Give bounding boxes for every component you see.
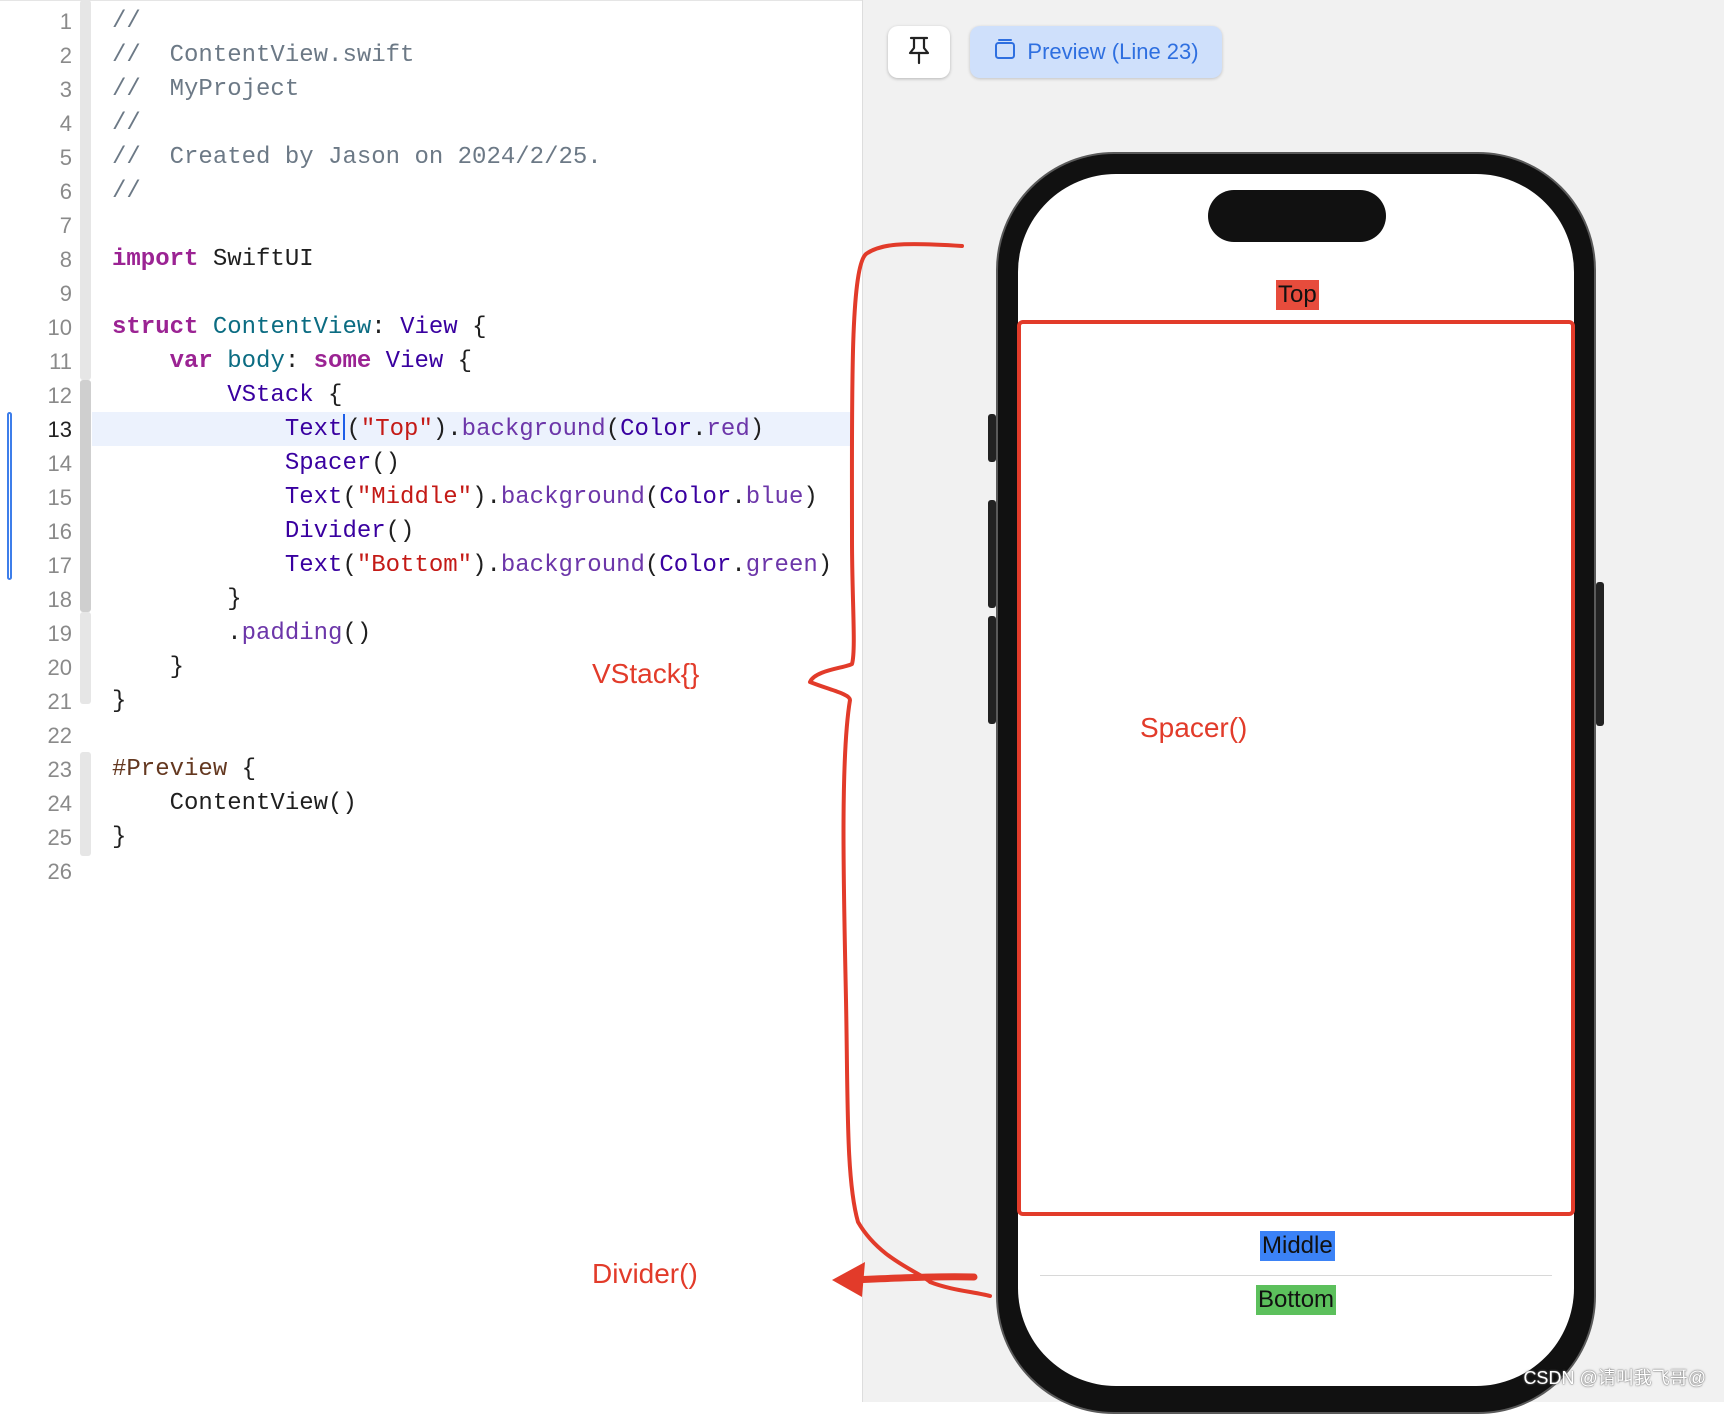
annotation-drawing (808, 242, 992, 1298)
vstack-annotation: VStack{} (592, 658, 700, 689)
spacer-annotation: Spacer() (1140, 712, 1248, 743)
divider-annotation: Divider() (592, 1258, 698, 1289)
divider-arrow-head (832, 1262, 865, 1297)
vstack-brace (808, 242, 992, 1298)
watermark: CSDN @请叫我飞哥@ (1523, 1368, 1706, 1388)
divider-arrow-shaft (846, 1273, 978, 1284)
